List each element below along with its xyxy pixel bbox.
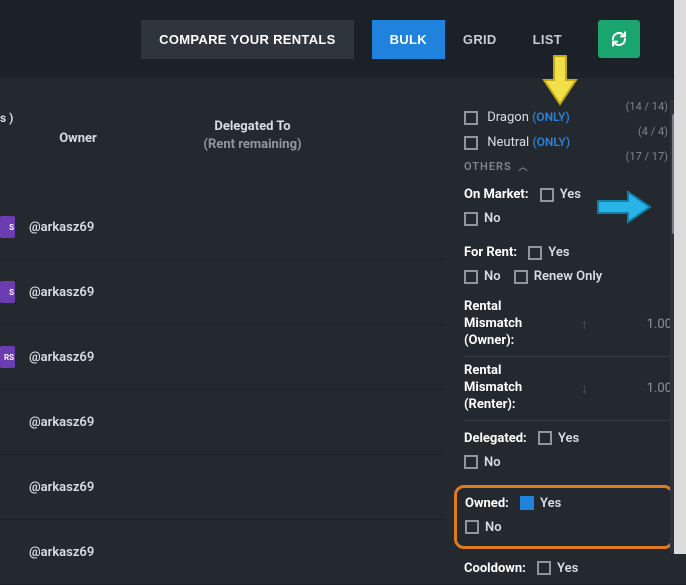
checkbox-no[interactable] [464, 212, 478, 226]
option-label: Yes [558, 431, 579, 446]
annotation-owned-highlight: Owned: Yes No [454, 485, 674, 549]
column-header-label: Delegated To [214, 119, 290, 134]
filter-count: (14 / 14) [626, 100, 668, 113]
refresh-button[interactable] [598, 20, 640, 58]
checkbox-yes[interactable] [538, 431, 552, 445]
page-scrollbar[interactable] [674, 0, 686, 554]
annotation-arrow-down [540, 54, 580, 106]
option-label: No [484, 211, 501, 226]
top-toolbar: COMPARE YOUR RENTALS BULK GRID LIST [0, 0, 686, 78]
filter-delegated: Delegated: Yes No [464, 427, 672, 475]
option-label: No [485, 520, 502, 535]
filter-count: (4 / 4) [638, 125, 668, 138]
filter-label: On Market: [464, 187, 528, 202]
filter-value: 1.00 [647, 317, 672, 332]
filter-value: 1.00 [647, 381, 672, 396]
row-badge [0, 476, 15, 498]
arrow-down-icon: ↓ [581, 380, 588, 397]
option-label: Yes [557, 561, 578, 576]
filter-splinter-neutral[interactable]: (4 / 4) Neutral (ONLY) [464, 135, 672, 150]
filter-cooldown: Cooldown: Yes [464, 557, 672, 581]
only-link[interactable]: (ONLY) [532, 110, 570, 124]
filter-label: Dragon [487, 110, 529, 125]
filter-label: Delegated: [464, 431, 527, 446]
filter-rental-mismatch-renter[interactable]: Rental Mismatch (Renter): ↓ 1.00 [464, 363, 672, 421]
filter-label: Cooldown: [464, 561, 526, 576]
checkbox[interactable] [464, 136, 478, 150]
option-label: No [484, 455, 501, 470]
filter-label: Rental Mismatch (Owner): [464, 299, 522, 350]
checkbox-renew[interactable] [514, 270, 528, 284]
column-header-fragment: s ) [0, 100, 18, 195]
checkbox-no[interactable] [464, 455, 478, 469]
owner-handle[interactable]: @arkasz69 [29, 220, 94, 235]
filter-panel: (14 / 14) Dragon (ONLY) (4 / 4) Neutral … [446, 100, 686, 554]
view-list-button[interactable]: LIST [515, 20, 580, 59]
option-label: Renew Only [534, 269, 602, 284]
row-badge [0, 411, 15, 433]
row-badge: RS [0, 346, 15, 368]
filter-rental-mismatch-owner[interactable]: Rental Mismatch (Owner): ↑ 1.00 [464, 299, 672, 357]
checkbox-yes[interactable] [528, 246, 542, 260]
filter-owned: Owned: Yes No [465, 492, 663, 540]
filter-label: Neutral [487, 135, 529, 150]
section-label: OTHERS [464, 160, 512, 173]
column-header-delegated[interactable]: Delegated To (Rent remaining) [138, 100, 367, 195]
annotation-arrow-right [596, 190, 652, 224]
checkbox-no[interactable] [464, 270, 478, 284]
option-label: Yes [540, 496, 561, 511]
filter-label: Owned: [465, 496, 509, 511]
filter-label: For Rent: [464, 245, 517, 260]
option-label: Yes [560, 187, 581, 202]
owner-handle[interactable]: @arkasz69 [29, 545, 94, 560]
checkbox-no[interactable] [465, 520, 479, 534]
owner-handle[interactable]: @arkasz69 [29, 480, 94, 495]
row-badge: S [0, 281, 15, 303]
owner-handle[interactable]: @arkasz69 [29, 350, 94, 365]
row-badge [0, 541, 15, 563]
only-link[interactable]: (ONLY) [532, 135, 570, 149]
compare-rentals-button[interactable]: COMPARE YOUR RENTALS [141, 20, 353, 59]
owner-handle[interactable]: @arkasz69 [29, 415, 94, 430]
arrow-up-icon: ↑ [581, 316, 588, 333]
row-badge: S [0, 216, 15, 238]
view-bulk-button[interactable]: BULK [372, 20, 445, 59]
view-grid-button[interactable]: GRID [445, 20, 515, 59]
column-header-owner[interactable]: Owner [18, 100, 138, 195]
filter-for-rent: For Rent: Yes No Renew Only [464, 241, 672, 289]
owner-handle[interactable]: @arkasz69 [29, 285, 94, 300]
filter-count: (17 / 17) [626, 150, 668, 163]
option-label: Yes [548, 245, 569, 260]
chevron-up-icon: ︿ [518, 163, 528, 173]
checkbox-yes[interactable] [520, 496, 534, 510]
refresh-icon [611, 31, 627, 47]
filter-splinter-dragon[interactable]: (14 / 14) Dragon (ONLY) [464, 110, 672, 125]
filter-label: Rental Mismatch (Renter): [464, 363, 522, 414]
checkbox-yes[interactable] [540, 188, 554, 202]
checkbox[interactable] [464, 111, 478, 125]
column-header-sub: (Rent remaining) [138, 136, 367, 154]
checkbox-yes[interactable] [537, 561, 551, 575]
option-label: No [484, 269, 501, 284]
